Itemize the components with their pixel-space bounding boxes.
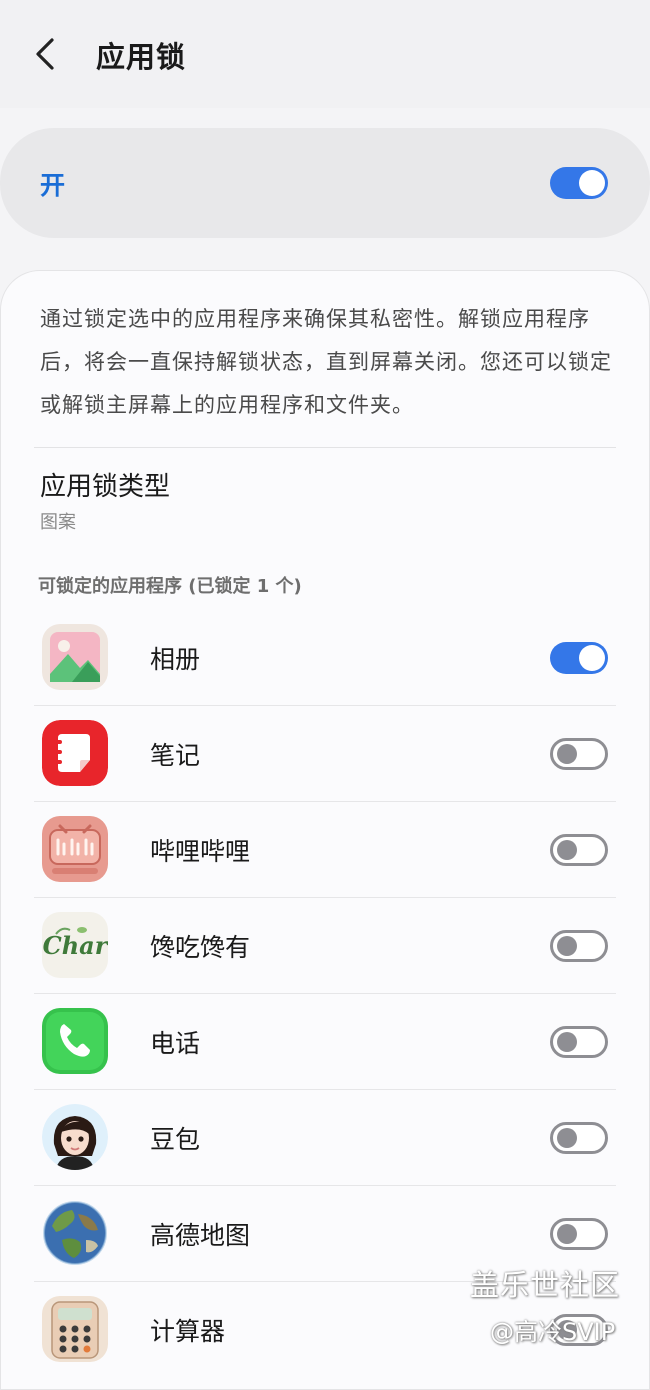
app-name: 高德地图: [150, 1221, 251, 1250]
lock-type-value: 图案: [40, 512, 76, 533]
app-lock-toggle[interactable]: [550, 1026, 608, 1058]
apps-section-header: 可锁定的应用程序 (已锁定 1 个): [38, 576, 302, 597]
phone-icon: [42, 1008, 108, 1074]
toggle-knob: [557, 936, 577, 956]
toggle-knob: [557, 840, 577, 860]
svg-text:Char: Char: [43, 931, 108, 960]
notes-icon: [42, 720, 108, 786]
app-name: 馋吃馋有: [150, 933, 251, 962]
char-icon: Char: [42, 912, 108, 978]
divider: [34, 447, 616, 448]
app-row-gallery[interactable]: 相册: [0, 610, 650, 706]
doubao-avatar-icon: [42, 1104, 108, 1170]
app-name: 电话: [150, 1029, 201, 1058]
app-lock-toggle[interactable]: [550, 738, 608, 770]
app-lock-toggle[interactable]: [550, 834, 608, 866]
app-row-doubao[interactable]: 豆包: [0, 1090, 650, 1186]
page-title: 应用锁: [96, 40, 187, 74]
app-name: 豆包: [150, 1125, 201, 1154]
app-name: 计算器: [150, 1317, 226, 1346]
description-text: 通过锁定选中的应用程序来确保其私密性。解锁应用程序后，将会一直保持解锁状态，直到…: [40, 307, 612, 417]
app-name: 笔记: [150, 741, 201, 770]
app-row-phone[interactable]: 电话: [0, 994, 650, 1090]
calculator-icon: [42, 1296, 108, 1362]
toggle-knob: [557, 1032, 577, 1052]
app-bar: 应用锁: [0, 0, 650, 108]
master-switch-card[interactable]: 开: [0, 128, 650, 238]
toggle-knob: [557, 1128, 577, 1148]
lock-type-setting[interactable]: 应用锁类型 图案: [0, 450, 650, 550]
watermark-user: @高冷SVIP: [490, 1318, 616, 1346]
back-button[interactable]: [26, 30, 70, 78]
chevron-left-icon: [36, 38, 54, 70]
toggle-knob: [557, 744, 577, 764]
gallery-icon: [42, 624, 108, 690]
app-lock-toggle[interactable]: [550, 642, 608, 674]
app-row-notes[interactable]: 笔记: [0, 706, 650, 802]
app-name: 相册: [150, 645, 201, 674]
app-lock-toggle[interactable]: [550, 1218, 608, 1250]
app-name: 哔哩哔哩: [150, 837, 251, 866]
toggle-knob: [579, 170, 605, 196]
lock-type-title: 应用锁类型: [40, 472, 171, 502]
watermark-community: 盖乐世社区: [470, 1268, 621, 1302]
app-row-bilibili[interactable]: 哔哩哔哩: [0, 802, 650, 898]
app-lock-toggle[interactable]: [550, 1122, 608, 1154]
master-switch-label: 开: [40, 171, 66, 200]
bilibili-icon: [42, 816, 108, 882]
toggle-knob: [579, 645, 605, 671]
app-lock-toggle[interactable]: [550, 930, 608, 962]
globe-icon: [42, 1200, 108, 1266]
toggle-knob: [557, 1224, 577, 1244]
master-toggle[interactable]: [550, 167, 608, 199]
app-row-char[interactable]: Char 馋吃馋有: [0, 898, 650, 994]
